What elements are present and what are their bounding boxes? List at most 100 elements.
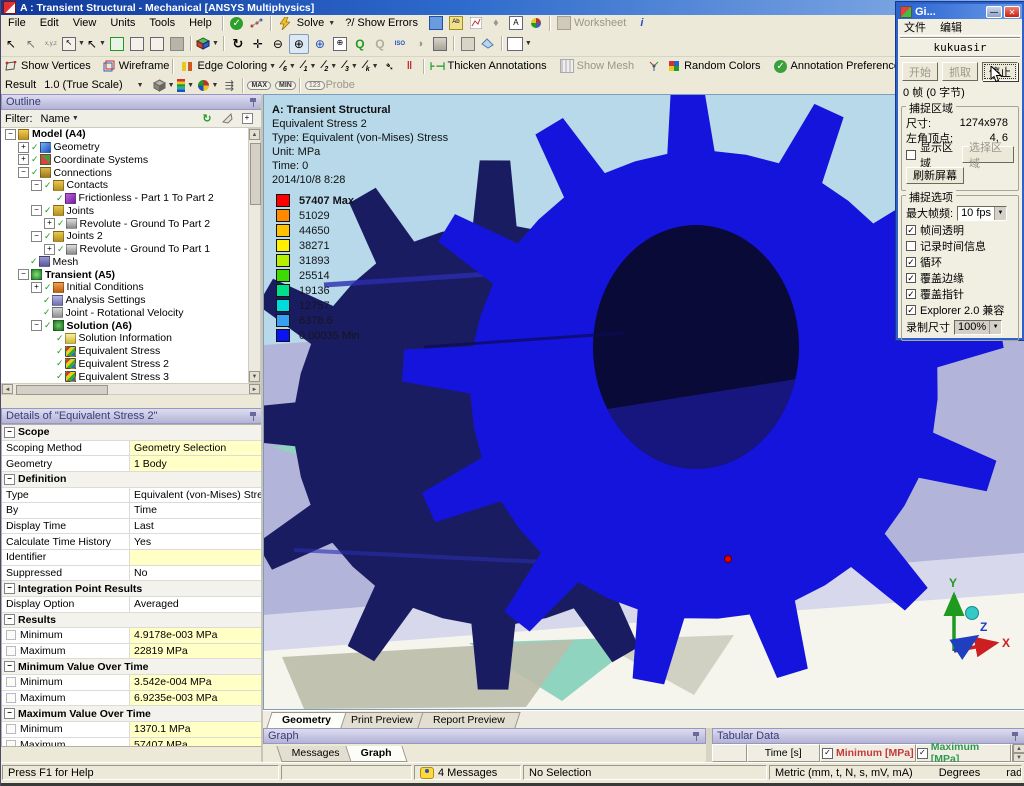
detail-value[interactable]: 1370.1 MPa: [130, 722, 262, 737]
pin-edge-icon[interactable]: ➴: [381, 57, 399, 75]
close-button[interactable]: ✕: [1004, 6, 1020, 18]
detail-value[interactable]: No: [130, 566, 262, 581]
dropdown-icon[interactable]: ▼: [994, 207, 1006, 220]
collapse-icon[interactable]: −: [31, 320, 42, 331]
tree-item[interactable]: −✓Contacts: [1, 179, 248, 192]
iso-restore-icon[interactable]: ISO: [391, 35, 409, 53]
details-category[interactable]: −Integration Point Results: [2, 581, 262, 596]
tree-item[interactable]: −✓Joints: [1, 205, 248, 218]
pointer-icon[interactable]: ↖: [2, 35, 20, 53]
tree-item[interactable]: −✓Solution (A6): [1, 319, 248, 332]
tree-item[interactable]: +✓Revolute - Ground To Part 1: [1, 243, 248, 256]
tree-item[interactable]: ✓Frictionless - Part 1 To Part 2: [1, 192, 248, 205]
scroll-thumb[interactable]: [250, 143, 261, 205]
detail-value[interactable]: Time: [130, 503, 262, 518]
result-checkbox[interactable]: [6, 646, 16, 656]
filter-dropdown-icon[interactable]: ▼: [72, 115, 79, 122]
checked-checkbox[interactable]: ✓: [906, 289, 916, 299]
wireframe-button[interactable]: Wireframe: [119, 60, 170, 72]
look-at-icon[interactable]: ◑: [411, 35, 429, 53]
result-checkbox[interactable]: [6, 677, 16, 687]
doc-tab-geometry[interactable]: Geometry: [266, 712, 346, 728]
details-category[interactable]: −Maximum Value Over Time: [2, 706, 262, 721]
tree-item[interactable]: +✓Revolute - Ground To Part 2: [1, 217, 248, 230]
filter-value[interactable]: Name: [41, 113, 70, 125]
geometry-display-icon[interactable]: ▼: [153, 76, 175, 94]
collapse-icon[interactable]: −: [4, 474, 15, 485]
detail-value[interactable]: Averaged: [130, 597, 262, 612]
recorder-menu-item[interactable]: 编辑: [940, 19, 962, 35]
box-select-icon[interactable]: ↖▼: [62, 35, 85, 53]
flatten-tree-icon[interactable]: [218, 110, 236, 128]
tree-item[interactable]: ✓Equivalent Stress: [1, 345, 248, 358]
graph-tab-messages[interactable]: Messages: [276, 746, 355, 762]
result-scale-value[interactable]: 1.0 (True Scale): [44, 79, 122, 91]
collapse-icon[interactable]: −: [31, 231, 42, 242]
viewports-icon[interactable]: [431, 35, 449, 53]
detail-value[interactable]: 22819 MPa: [130, 644, 262, 659]
maximum-column-header[interactable]: ✓ Maximum [MPa]: [916, 744, 1011, 762]
result-checkbox[interactable]: [6, 740, 16, 747]
show-region-checkbox[interactable]: [906, 150, 916, 160]
vertex-select-icon[interactable]: [128, 35, 146, 53]
zoom-in-icon[interactable]: ⊕: [289, 34, 309, 54]
checked-checkbox[interactable]: ✓: [906, 273, 916, 283]
graph-tab-graph[interactable]: Graph: [345, 746, 407, 762]
tree-item[interactable]: −Model (A4): [1, 128, 248, 141]
collapse-icon[interactable]: −: [5, 129, 16, 140]
orientation-triad[interactable]: YZX: [924, 573, 1019, 676]
detail-value[interactable]: Yes: [130, 534, 262, 549]
tree-item[interactable]: +✓Coordinate Systems: [1, 154, 248, 167]
status-messages[interactable]: 4 Messages: [414, 765, 521, 780]
result-checkbox[interactable]: [6, 724, 16, 734]
rotate-icon[interactable]: ↻: [229, 35, 247, 53]
details-category[interactable]: −Definition: [2, 472, 262, 487]
menu-help[interactable]: Help: [182, 16, 219, 30]
scroll-down-icon[interactable]: ▼: [249, 371, 260, 382]
detail-value[interactable]: 4.9178e-003 MPa: [130, 628, 262, 643]
pointer-select-icon[interactable]: ↖: [22, 35, 40, 53]
cursor-mode-icon[interactable]: ↖▼: [87, 35, 106, 53]
collapse-icon[interactable]: −: [18, 167, 29, 178]
tree-item[interactable]: +✓Initial Conditions: [1, 281, 248, 294]
expand-icon[interactable]: +: [44, 218, 55, 229]
time-column-header[interactable]: Time [s]: [747, 744, 820, 762]
legend-display-icon[interactable]: ▼: [177, 76, 195, 94]
unchecked-checkbox[interactable]: [906, 241, 916, 251]
tree-item[interactable]: −✓Joints 2: [1, 230, 248, 243]
tabular-pin-icon[interactable]: [1011, 732, 1020, 741]
zoom-box-icon[interactable]: ⊕: [331, 35, 349, 53]
menu-units[interactable]: Units: [103, 16, 142, 30]
collapse-icon[interactable]: −: [4, 661, 15, 672]
detail-value[interactable]: 57407 MPa: [130, 738, 262, 748]
explode-view-icon[interactable]: [645, 57, 663, 75]
result-scale-dropdown-icon[interactable]: ▼: [137, 82, 144, 89]
tree-item[interactable]: +✓Geometry: [1, 141, 248, 154]
color-wheel-icon[interactable]: [527, 14, 545, 32]
doc-tab-report-preview[interactable]: Report Preview: [417, 712, 520, 728]
expand-all-icon[interactable]: +: [238, 110, 256, 128]
edge-mode-3-icon[interactable]: ∕3▼: [339, 57, 358, 75]
body-select-icon[interactable]: [168, 35, 186, 53]
tree-item[interactable]: ✓Equivalent Stress 3: [1, 370, 248, 383]
detail-value[interactable]: 1 Body: [130, 456, 262, 471]
detail-value[interactable]: 3.542e-004 MPa: [130, 675, 262, 690]
tree-item[interactable]: −Transient (A5): [1, 268, 248, 281]
expand-icon[interactable]: +: [44, 244, 55, 255]
expand-icon[interactable]: +: [18, 142, 29, 153]
collapse-icon[interactable]: −: [31, 205, 42, 216]
collapse-icon[interactable]: −: [4, 427, 15, 438]
tree-item[interactable]: ✓Solution Information: [1, 332, 248, 345]
recorder-title-bar[interactable]: Gi... — ✕: [898, 4, 1022, 19]
tree-item[interactable]: −✓Connections: [1, 166, 248, 179]
print-icon[interactable]: [459, 35, 477, 53]
solve-button[interactable]: Solve: [297, 17, 325, 29]
checked-checkbox[interactable]: ✓: [906, 257, 916, 267]
edge-mode-6-icon[interactable]: ∕6▼: [277, 57, 296, 75]
new-section-icon[interactable]: [427, 14, 445, 32]
expand-icon[interactable]: +: [31, 282, 42, 293]
bell-icon[interactable]: ♦: [487, 14, 505, 32]
tree-item[interactable]: ✓Equivalent Stress 2: [1, 358, 248, 371]
minimum-column-header[interactable]: ✓ Minimum [MPa]: [820, 744, 916, 762]
recorder-menu-item[interactable]: 文件: [904, 19, 926, 35]
